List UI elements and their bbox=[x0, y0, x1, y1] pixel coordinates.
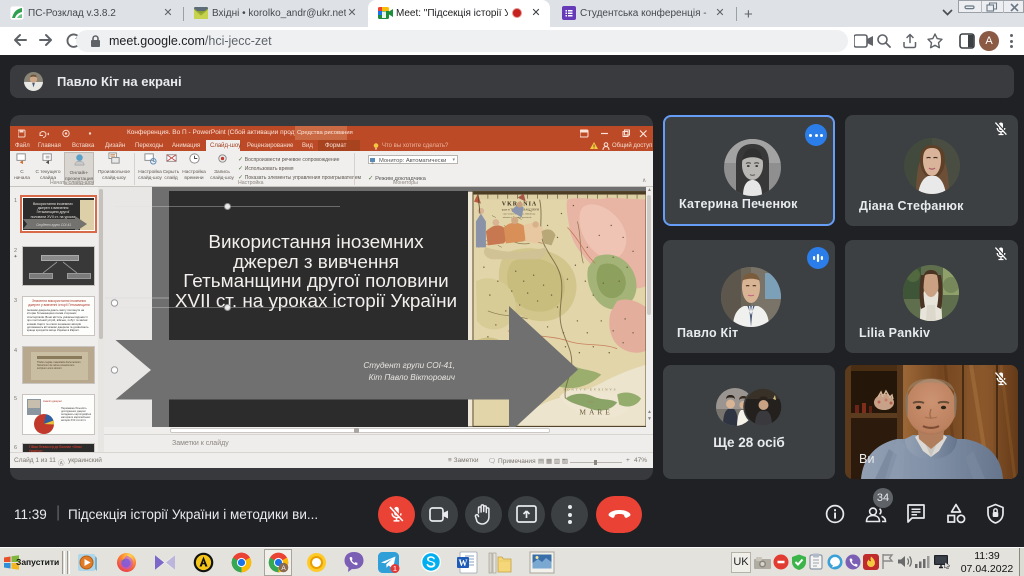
svg-text:W: W bbox=[459, 558, 468, 568]
svg-text:1: 1 bbox=[393, 564, 397, 573]
svg-text:Студент групи СОІ-41,: Студент групи СОІ-41, bbox=[363, 361, 455, 370]
svg-text:Кіт Павло Вікторович: Кіт Павло Вікторович bbox=[369, 373, 456, 382]
svg-text:A: A bbox=[281, 565, 286, 572]
svg-text:Студент групи СОІ-41: Студент групи СОІ-41 bbox=[36, 223, 71, 227]
